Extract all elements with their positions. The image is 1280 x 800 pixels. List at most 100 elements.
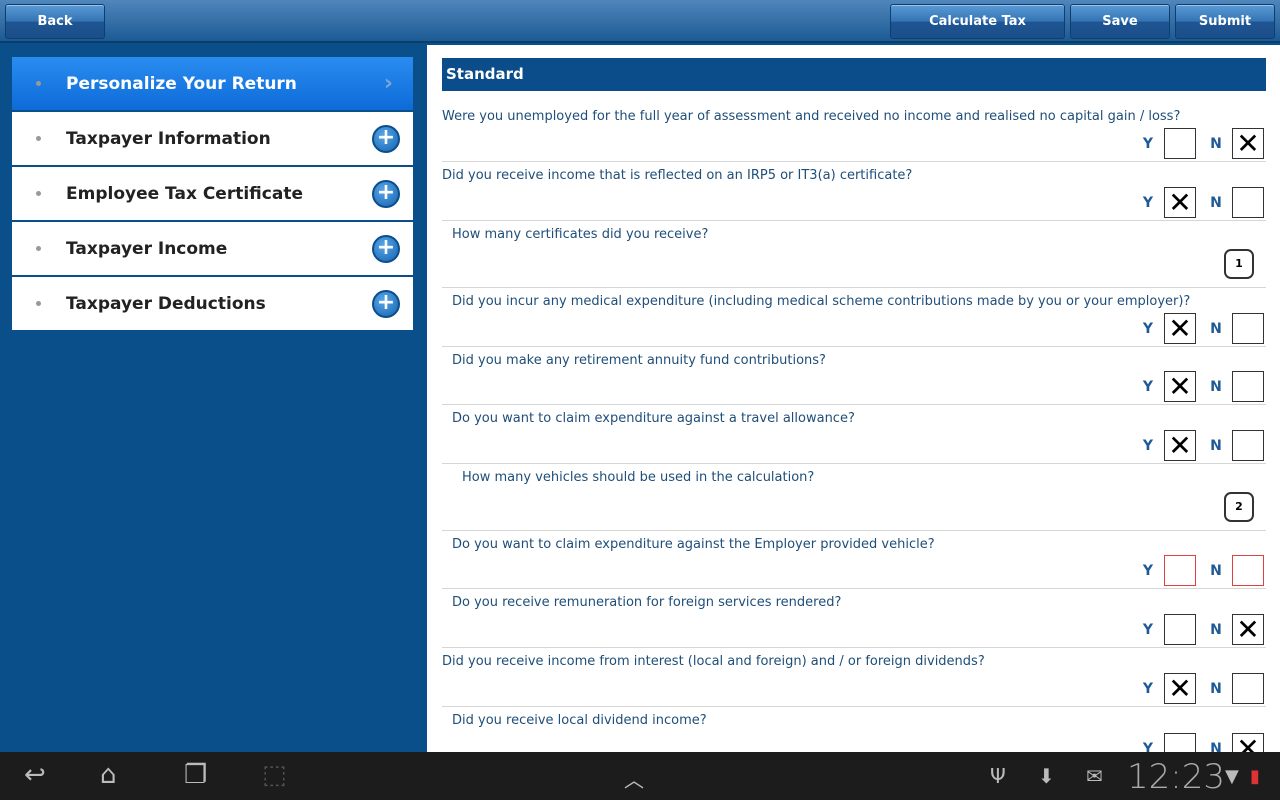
- sidebar-item-label: Taxpayer Income: [66, 238, 228, 259]
- x-mark-icon: ✕: [1168, 370, 1192, 403]
- wifi-icon: ▼: [1225, 766, 1239, 787]
- question-text: Did you receive local dividend income?: [452, 713, 707, 728]
- x-mark-icon: ✕: [1168, 429, 1192, 462]
- no-checkbox[interactable]: [1232, 673, 1264, 704]
- save-button[interactable]: Save: [1070, 4, 1170, 39]
- recent-apps-icon[interactable]: ❐: [184, 760, 207, 790]
- yes-no-selector: Y ✕ N: [1138, 430, 1264, 461]
- expand-plus-icon[interactable]: +: [372, 234, 400, 263]
- yes-label: Y: [1142, 378, 1154, 395]
- no-checkbox[interactable]: [1232, 313, 1264, 344]
- no-label: N: [1210, 194, 1222, 211]
- no-checkbox[interactable]: ✕: [1232, 128, 1264, 159]
- usb-icon: Ψ: [990, 764, 1006, 788]
- submit-button[interactable]: Submit: [1175, 4, 1275, 39]
- question-text: Do you want to claim expenditure against…: [452, 537, 935, 552]
- sidebar: Personalize Your Return › Taxpayer Infor…: [0, 45, 427, 752]
- question-row: Do you receive remuneration for foreign …: [442, 589, 1266, 648]
- yes-no-selector: Y ✕ N: [1138, 371, 1264, 402]
- count-input[interactable]: 2: [1224, 492, 1254, 522]
- question-text: How many certificates did you receive?: [452, 227, 709, 242]
- yes-no-selector: Y ✕ N: [1138, 187, 1264, 218]
- bullet-icon: [36, 136, 41, 141]
- yes-label: Y: [1142, 740, 1154, 753]
- no-label: N: [1210, 562, 1222, 579]
- no-checkbox[interactable]: [1232, 555, 1264, 586]
- no-checkbox[interactable]: [1232, 371, 1264, 402]
- no-checkbox[interactable]: [1232, 430, 1264, 461]
- question-row: Do you want to claim expenditure against…: [442, 405, 1266, 464]
- yes-no-selector: Y N ✕: [1138, 614, 1264, 645]
- sidebar-item-taxpayer-income[interactable]: Taxpayer Income +: [12, 222, 413, 275]
- question-text: Did you receive income that is reflected…: [442, 168, 913, 183]
- question-text: Did you receive income from interest (lo…: [442, 654, 985, 669]
- question-text: Do you want to claim expenditure against…: [452, 411, 855, 426]
- sidebar-item-employee-tax-certificate[interactable]: Employee Tax Certificate +: [12, 167, 413, 220]
- question-row: How many certificates did you receive? 1: [442, 221, 1266, 288]
- chevron-up-icon[interactable]: ︿: [624, 764, 644, 793]
- yes-checkbox[interactable]: ✕: [1164, 187, 1196, 218]
- no-label: N: [1210, 135, 1222, 152]
- yes-label: Y: [1142, 135, 1154, 152]
- sidebar-item-label: Taxpayer Information: [66, 128, 271, 149]
- count-input[interactable]: 1: [1224, 249, 1254, 279]
- question-row: Were you unemployed for the full year of…: [442, 103, 1266, 162]
- x-mark-icon: ✕: [1168, 186, 1192, 219]
- sidebar-item-label: Employee Tax Certificate: [66, 183, 303, 204]
- question-row: Do you want to claim expenditure against…: [442, 531, 1266, 589]
- screenshot-icon[interactable]: ⬚: [262, 760, 287, 790]
- yes-checkbox[interactable]: [1164, 733, 1196, 752]
- yes-checkbox[interactable]: [1164, 555, 1196, 586]
- yes-label: Y: [1142, 194, 1154, 211]
- back-button[interactable]: Back: [5, 4, 105, 39]
- gmail-icon: ✉: [1086, 764, 1103, 788]
- download-icon: ⬇: [1038, 764, 1055, 788]
- back-nav-icon[interactable]: ↩: [24, 760, 46, 790]
- sidebar-item-taxpayer-information[interactable]: Taxpayer Information +: [12, 112, 413, 165]
- question-row: How many vehicles should be used in the …: [442, 464, 1266, 531]
- no-checkbox[interactable]: ✕: [1232, 614, 1264, 645]
- no-label: N: [1210, 621, 1222, 638]
- no-checkbox[interactable]: ✕: [1232, 733, 1264, 752]
- sidebar-item-label: Personalize Your Return: [66, 73, 297, 94]
- question-row: Did you incur any medical expenditure (i…: [442, 288, 1266, 347]
- section-header: Standard: [442, 58, 1266, 91]
- yes-checkbox[interactable]: [1164, 128, 1196, 159]
- sidebar-item-taxpayer-deductions[interactable]: Taxpayer Deductions +: [12, 277, 413, 330]
- yes-no-selector: Y N: [1138, 555, 1264, 586]
- bullet-icon: [36, 246, 41, 251]
- no-checkbox[interactable]: [1232, 187, 1264, 218]
- sidebar-item-personalize-your-return[interactable]: Personalize Your Return ›: [12, 57, 413, 110]
- yes-checkbox[interactable]: ✕: [1164, 371, 1196, 402]
- expand-plus-icon[interactable]: +: [372, 124, 400, 153]
- yes-checkbox[interactable]: ✕: [1164, 673, 1196, 704]
- yes-label: Y: [1142, 621, 1154, 638]
- top-toolbar: Back Calculate Tax Save Submit: [0, 0, 1280, 43]
- question-row: Did you receive income from interest (lo…: [442, 648, 1266, 707]
- yes-checkbox[interactable]: ✕: [1164, 313, 1196, 344]
- question-text: Did you make any retirement annuity fund…: [452, 353, 826, 368]
- yes-label: Y: [1142, 320, 1154, 337]
- yes-no-selector: Y ✕ N: [1138, 313, 1264, 344]
- expand-plus-icon[interactable]: +: [372, 289, 400, 318]
- questionnaire-panel: Standard Were you unemployed for the ful…: [427, 45, 1280, 752]
- clock: 12:23: [1127, 757, 1225, 797]
- yes-label: Y: [1142, 437, 1154, 454]
- yes-checkbox[interactable]: ✕: [1164, 430, 1196, 461]
- yes-no-selector: Y N ✕: [1138, 733, 1264, 752]
- bullet-icon: [36, 301, 41, 306]
- sidebar-item-label: Taxpayer Deductions: [66, 293, 266, 314]
- x-mark-icon: ✕: [1168, 672, 1192, 705]
- x-mark-icon: ✕: [1168, 312, 1192, 345]
- battery-charging-icon: ▮: [1250, 766, 1260, 787]
- x-mark-icon: ✕: [1236, 127, 1260, 160]
- no-label: N: [1210, 378, 1222, 395]
- expand-plus-icon[interactable]: +: [372, 179, 400, 208]
- question-text: Do you receive remuneration for foreign …: [452, 595, 842, 610]
- question-row: Did you receive income that is reflected…: [442, 162, 1266, 221]
- yes-checkbox[interactable]: [1164, 614, 1196, 645]
- calculate-tax-button[interactable]: Calculate Tax: [890, 4, 1065, 39]
- bullet-icon: [36, 81, 41, 86]
- home-nav-icon[interactable]: ⌂: [100, 760, 117, 790]
- yes-label: Y: [1142, 680, 1154, 697]
